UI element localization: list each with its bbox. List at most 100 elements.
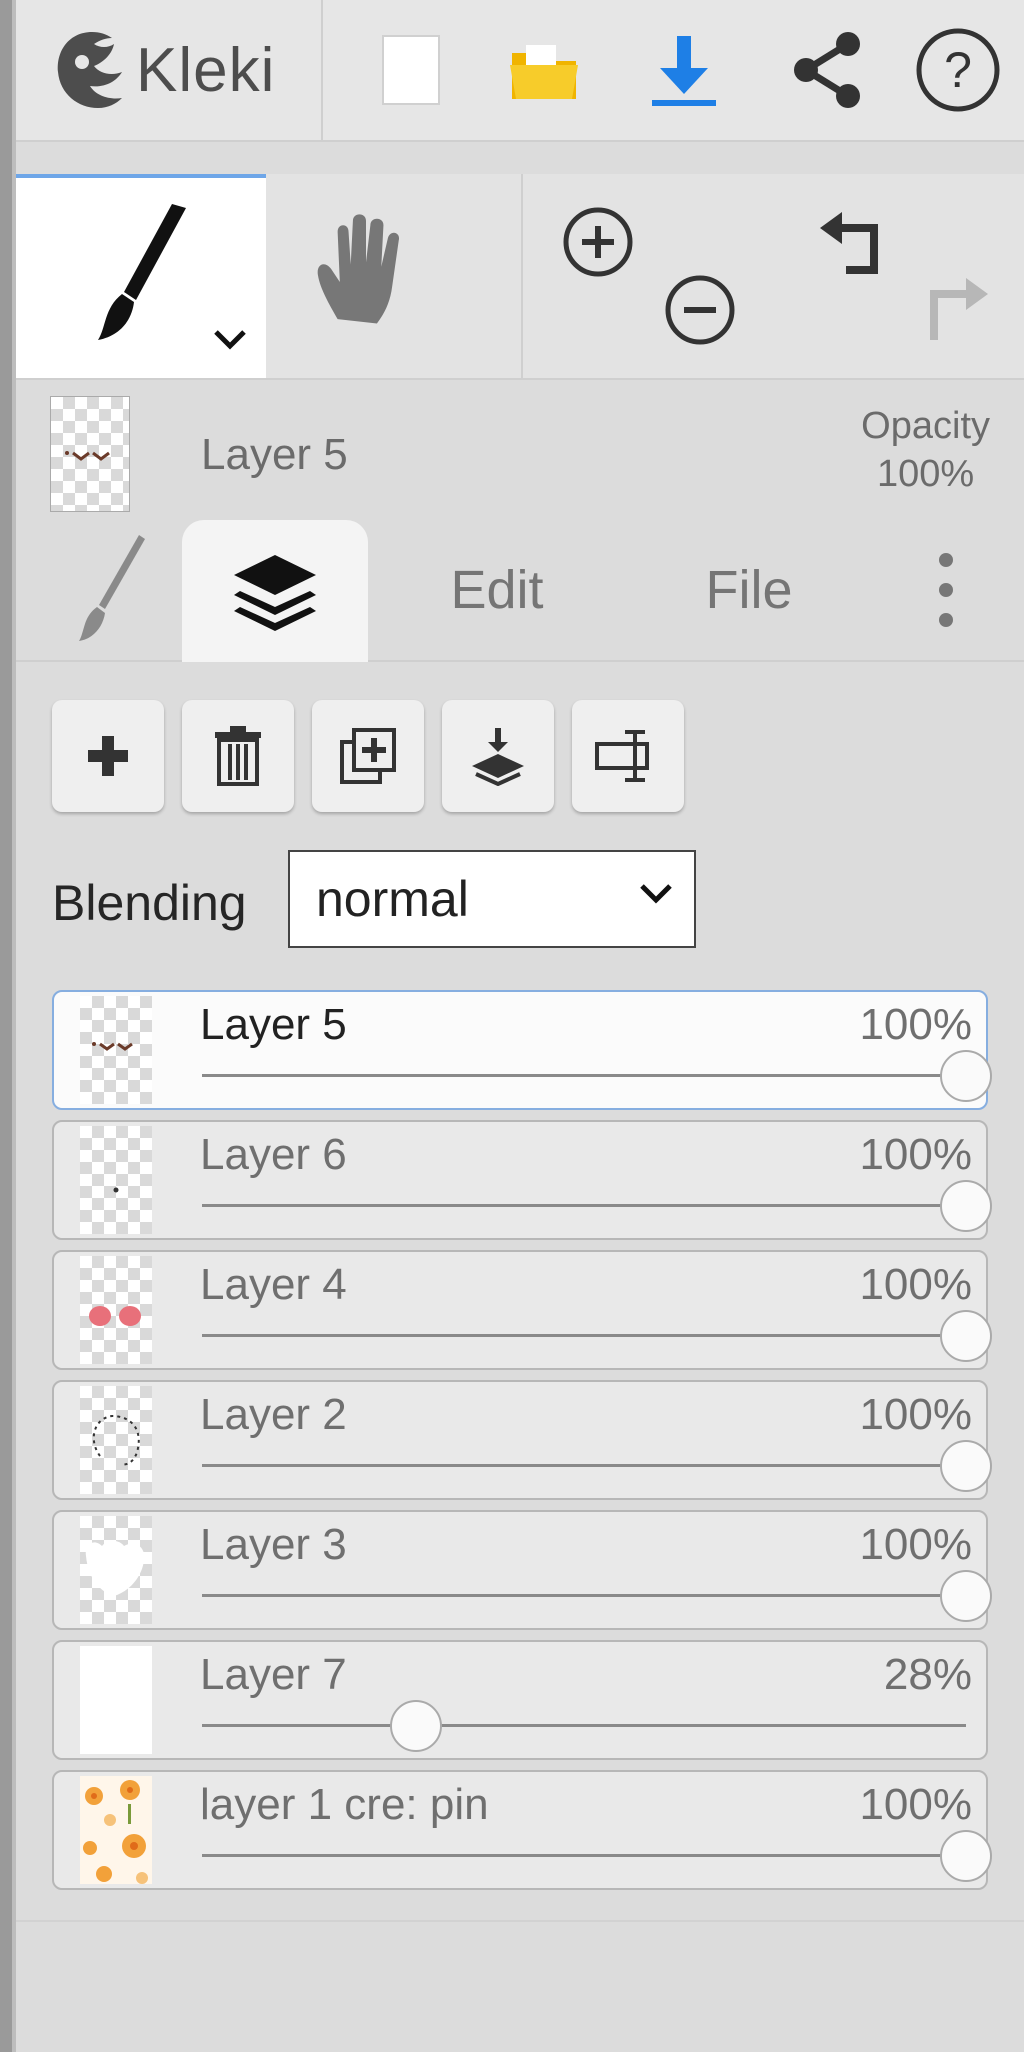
dot-thumbnail-icon bbox=[113, 1187, 119, 1193]
duplicate-icon bbox=[340, 728, 396, 784]
trash-icon bbox=[215, 726, 261, 786]
blending-label: Blending bbox=[52, 875, 247, 931]
layer-opacity: 100% bbox=[859, 1390, 972, 1439]
opacity-slider[interactable] bbox=[202, 1570, 992, 1622]
tab-brush[interactable] bbox=[56, 520, 166, 660]
layer-name: Layer 6 bbox=[200, 1130, 347, 1179]
brush-tool-button[interactable] bbox=[16, 174, 266, 378]
layer-thumbnail bbox=[80, 1646, 152, 1754]
blending-value: normal bbox=[316, 871, 469, 927]
chevron-down-icon[interactable] bbox=[212, 328, 248, 352]
opacity-slider[interactable] bbox=[202, 1830, 992, 1882]
opacity-value: 100% bbox=[876, 453, 975, 495]
layer-opacity: 100% bbox=[859, 1780, 972, 1829]
hand-icon bbox=[317, 214, 400, 324]
current-layer-opacity: Opacity 100% bbox=[861, 402, 990, 498]
layer-row[interactable]: Layer 2 100% bbox=[52, 1380, 992, 1500]
chevron-down-icon bbox=[640, 884, 672, 904]
brush-icon bbox=[98, 204, 186, 340]
folder-icon bbox=[510, 45, 578, 99]
layer-row[interactable]: Layer 3 100% bbox=[52, 1510, 992, 1630]
share-button[interactable] bbox=[778, 20, 878, 120]
layer-opacity: 100% bbox=[859, 1520, 972, 1569]
more-menu-button[interactable] bbox=[916, 520, 976, 660]
tab-edit[interactable]: Edit bbox=[412, 520, 582, 660]
face-thumbnail-icon bbox=[92, 1042, 133, 1051]
layer-thumbnail bbox=[80, 1516, 152, 1624]
layer-name: layer 1 cre: pin bbox=[200, 1780, 489, 1829]
opacity-slider-knob[interactable] bbox=[940, 1310, 992, 1362]
blending-select[interactable]: normal bbox=[288, 850, 696, 948]
opacity-slider-knob[interactable] bbox=[940, 1050, 992, 1102]
panel-tabs: Edit File bbox=[16, 520, 1024, 662]
opacity-slider[interactable] bbox=[202, 1700, 966, 1752]
help-icon: ? bbox=[916, 28, 1000, 112]
flower-pattern-thumbnail-icon bbox=[83, 1780, 148, 1884]
layer-row[interactable]: layer 1 cre: pin 100% bbox=[52, 1770, 992, 1890]
kleki-logo[interactable]: Kleki bbox=[52, 22, 322, 118]
panel-bottom-divider bbox=[16, 1920, 1024, 1922]
layer-opacity: 28% bbox=[883, 1650, 972, 1699]
opacity-slider[interactable] bbox=[202, 1310, 992, 1362]
svg-text:?: ? bbox=[944, 42, 972, 98]
opacity-slider-knob[interactable] bbox=[389, 1700, 442, 1752]
layers-icon bbox=[234, 555, 316, 631]
merge-down-icon bbox=[472, 728, 524, 786]
opacity-slider-knob[interactable] bbox=[940, 1180, 992, 1232]
layer-thumbnail bbox=[80, 1126, 152, 1234]
hand-tool-button[interactable] bbox=[296, 204, 436, 344]
opacity-label: Opacity bbox=[861, 405, 990, 447]
layer-row[interactable]: Layer 5 100% bbox=[52, 990, 992, 1110]
brush-tab-icon bbox=[79, 535, 145, 641]
merge-down-button[interactable] bbox=[442, 700, 554, 812]
new-image-button[interactable] bbox=[361, 20, 461, 120]
zoom-out-icon[interactable] bbox=[662, 272, 738, 348]
white-shape-thumbnail-icon bbox=[85, 1540, 145, 1596]
layer-thumbnail bbox=[80, 1256, 152, 1364]
open-file-button[interactable] bbox=[494, 20, 594, 120]
kleki-logo-icon bbox=[57, 32, 122, 108]
opacity-slider[interactable] bbox=[202, 1050, 992, 1102]
help-button[interactable]: ? bbox=[908, 20, 1008, 120]
opacity-slider-knob[interactable] bbox=[940, 1570, 992, 1622]
delete-layer-button[interactable] bbox=[182, 700, 294, 812]
layer-thumbnail bbox=[80, 1386, 152, 1494]
layer-opacity: 100% bbox=[859, 1000, 972, 1049]
current-layer-info: Layer 5 Opacity 100% bbox=[16, 380, 1024, 512]
layer-name: Layer 5 bbox=[200, 1000, 347, 1049]
zoom-in-icon[interactable] bbox=[560, 204, 636, 280]
layer-row[interactable]: Layer 7 28% bbox=[52, 1640, 988, 1760]
opacity-slider[interactable] bbox=[202, 1180, 992, 1232]
undo-icon[interactable] bbox=[816, 208, 896, 284]
new-file-icon bbox=[382, 35, 440, 105]
layer-opacity: 100% bbox=[859, 1130, 972, 1179]
download-icon bbox=[652, 36, 716, 106]
save-download-button[interactable] bbox=[634, 20, 734, 120]
layer-row[interactable]: Layer 6 100% bbox=[52, 1120, 992, 1240]
tool-divider bbox=[521, 174, 523, 378]
toolbar-divider bbox=[321, 0, 323, 140]
blush-thumbnail-icon bbox=[89, 1306, 141, 1326]
layer-name: Layer 7 bbox=[200, 1650, 347, 1699]
layer-name: Layer 3 bbox=[200, 1520, 347, 1569]
redo-icon[interactable] bbox=[912, 274, 992, 350]
rename-layer-button[interactable] bbox=[572, 700, 684, 812]
more-vertical-icon bbox=[939, 553, 953, 627]
opacity-slider[interactable] bbox=[202, 1440, 992, 1492]
current-layer-name: Layer 5 bbox=[201, 430, 348, 479]
layer-row[interactable]: Layer 4 100% bbox=[52, 1250, 992, 1370]
opacity-slider-knob[interactable] bbox=[940, 1440, 992, 1492]
add-layer-button[interactable] bbox=[52, 700, 164, 812]
outline-thumbnail-icon bbox=[92, 1414, 140, 1466]
plus-icon bbox=[88, 736, 128, 776]
current-layer-thumbnail bbox=[50, 396, 130, 512]
rename-icon bbox=[595, 730, 649, 782]
tab-file[interactable]: File bbox=[664, 520, 834, 660]
opacity-slider-knob[interactable] bbox=[940, 1830, 992, 1882]
duplicate-layer-button[interactable] bbox=[312, 700, 424, 812]
share-icon bbox=[794, 32, 860, 108]
face-thumbnail-icon bbox=[65, 451, 110, 461]
tab-layers[interactable] bbox=[182, 520, 368, 662]
layer-name: Layer 2 bbox=[200, 1390, 347, 1439]
layer-thumbnail bbox=[80, 1776, 152, 1884]
